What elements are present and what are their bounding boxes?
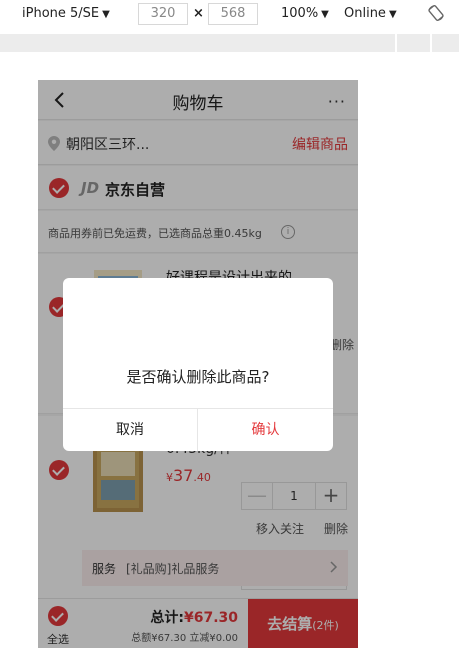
media-query-segment[interactable] bbox=[397, 34, 430, 52]
caret-down-icon: ▼ bbox=[102, 9, 110, 20]
confirm-delete-dialog: 是否确认删除此商品? 取消 确认 bbox=[63, 278, 333, 451]
device-select[interactable]: iPhone 5/SE ▼ bbox=[22, 6, 110, 21]
device-toolbar: iPhone 5/SE ▼ 320 × 568 100% ▼ Online ▼ bbox=[0, 0, 465, 30]
zoom-select[interactable]: 100% ▼ bbox=[281, 6, 329, 21]
zoom-value: 100% bbox=[281, 6, 319, 21]
width-input[interactable]: 320 bbox=[138, 3, 188, 25]
media-query-segment[interactable] bbox=[0, 34, 395, 52]
dialog-message: 是否确认删除此商品? bbox=[126, 368, 270, 386]
confirm-button[interactable]: 确认 bbox=[198, 409, 333, 451]
height-input[interactable]: 568 bbox=[208, 3, 258, 25]
network-value: Online bbox=[344, 6, 386, 21]
device-name: iPhone 5/SE bbox=[22, 6, 100, 21]
media-query-bar bbox=[0, 34, 465, 52]
dialog-buttons: 取消 确认 bbox=[63, 408, 333, 451]
media-query-segment[interactable] bbox=[432, 34, 459, 52]
caret-down-icon: ▼ bbox=[388, 9, 397, 20]
cancel-button[interactable]: 取消 bbox=[63, 409, 198, 451]
caret-down-icon: ▼ bbox=[321, 9, 329, 20]
dimension-separator: × bbox=[193, 6, 204, 21]
rotate-icon[interactable] bbox=[427, 4, 445, 22]
network-select[interactable]: Online ▼ bbox=[344, 6, 397, 21]
device-viewport: 购物车 ··· 朝阳区三环... 编辑商品 JD 京东自营 商品用券前已免运费，… bbox=[38, 80, 358, 648]
